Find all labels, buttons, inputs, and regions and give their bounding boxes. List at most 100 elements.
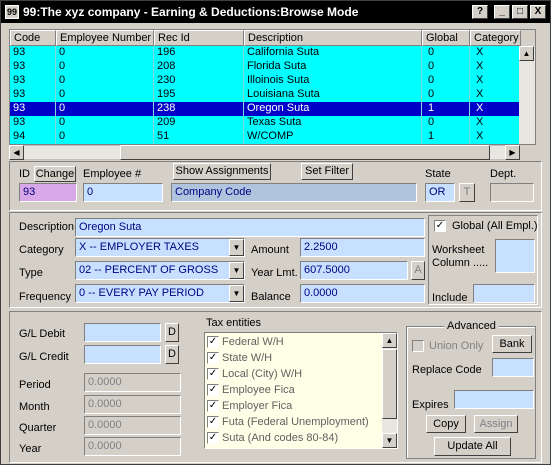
expires-field[interactable] xyxy=(454,390,534,409)
table-row[interactable]: 93 0 230 Illoinois Suta 0 X xyxy=(10,74,521,88)
tax-entity-label: Employer Fica xyxy=(222,400,293,412)
frequency-select[interactable]: 0 -- EVERY PAY PERIOD ▼ xyxy=(75,284,245,303)
update-all-button[interactable]: Update All xyxy=(434,437,511,456)
id-label: ID xyxy=(19,168,30,180)
scroll-left-icon[interactable]: ◀ xyxy=(9,145,24,160)
table-cell: 0 xyxy=(422,88,470,102)
replace-code-field[interactable] xyxy=(492,358,534,377)
include-field[interactable] xyxy=(473,284,535,303)
scroll-thumb[interactable] xyxy=(120,145,490,160)
gl-credit-d-button[interactable]: D xyxy=(165,345,179,364)
table-row[interactable]: 93 0 238 Oregon Suta 1 X xyxy=(10,102,521,116)
table-cell: 93 xyxy=(10,88,56,102)
tax-entity-checkbox[interactable]: ✓ xyxy=(207,432,219,444)
col-header-global[interactable]: Global xyxy=(422,30,470,46)
table-cell: Florida Suta xyxy=(244,60,422,74)
tax-entity-checkbox[interactable]: ✓ xyxy=(207,384,219,396)
global-checkbox[interactable]: ✓ xyxy=(434,220,446,232)
close-button[interactable]: X xyxy=(530,5,546,19)
table-cell: Illoinois Suta xyxy=(244,74,422,88)
table-cell: 0 xyxy=(56,46,154,60)
description-field[interactable]: Oregon Suta xyxy=(75,218,425,237)
year-field[interactable]: 0.0000 xyxy=(84,437,181,456)
quarter-field[interactable]: 0.0000 xyxy=(84,416,181,435)
window-title: 99:The xyz company - Earning & Deduction… xyxy=(23,5,359,19)
table-row[interactable]: 93 0 196 California Suta 0 X xyxy=(10,46,521,60)
worksheet-column-field[interactable] xyxy=(495,239,535,273)
dept-field[interactable] xyxy=(490,183,534,202)
grid-horizontal-scrollbar[interactable]: ◀ ▶ xyxy=(9,145,520,160)
table-cell: 93 xyxy=(10,60,56,74)
chevron-down-icon[interactable]: ▼ xyxy=(229,285,244,302)
grid-vertical-scrollbar[interactable]: ▲ xyxy=(519,46,535,144)
tax-entities-list[interactable]: ▲ ▼ ✓ Federal W/H ✓ State W/H ✓ Local (City) … xyxy=(204,332,398,449)
scroll-down-icon[interactable]: ▼ xyxy=(382,433,397,448)
table-cell: 0 xyxy=(422,116,470,130)
advanced-title: Advanced xyxy=(444,320,499,332)
month-field[interactable]: 0.0000 xyxy=(84,395,181,414)
col-header-category[interactable]: Category xyxy=(470,30,521,46)
table-row[interactable]: 93 0 209 Texas Suta 0 X xyxy=(10,116,521,130)
period-field[interactable]: 0.0000 xyxy=(84,373,181,392)
title-bar[interactable]: 99 99:The xyz company - Earning & Deduct… xyxy=(1,1,550,23)
tax-entity-checkbox[interactable]: ✓ xyxy=(207,368,219,380)
category-label: Category xyxy=(19,244,64,256)
employee-number-field[interactable]: 0 xyxy=(83,183,163,202)
table-row[interactable]: 94 0 51 W/COMP 1 X xyxy=(10,130,521,144)
table-cell: 51 xyxy=(154,130,244,144)
id-field[interactable]: 93 xyxy=(19,183,77,202)
col-header-description[interactable]: Description xyxy=(244,30,422,46)
assign-button[interactable]: Assign xyxy=(474,415,518,433)
chevron-down-icon[interactable]: ▼ xyxy=(229,239,244,256)
show-assignments-button[interactable]: Show Assignments xyxy=(173,163,271,180)
set-filter-button[interactable]: Set Filter xyxy=(301,163,353,180)
gl-debit-label: G/L Debit xyxy=(19,328,66,340)
minimize-button[interactable]: _ xyxy=(494,5,510,19)
tax-entity-checkbox[interactable]: ✓ xyxy=(207,416,219,428)
category-select[interactable]: X -- EMPLOYER TAXES ▼ xyxy=(75,238,245,257)
scroll-right-icon[interactable]: ▶ xyxy=(505,145,520,160)
help-button[interactable]: ? xyxy=(472,5,488,19)
year-lmt-field[interactable]: 607.5000 xyxy=(300,261,408,280)
table-cell: California Suta xyxy=(244,46,422,60)
table-row[interactable]: 93 0 208 Florida Suta 0 X xyxy=(10,60,521,74)
table-row[interactable]: 93 0 195 Louisiana Suta 0 X xyxy=(10,88,521,102)
maximize-button[interactable]: □ xyxy=(512,5,528,19)
union-only-label: Union Only xyxy=(429,340,484,352)
scroll-up-icon[interactable]: ▲ xyxy=(519,46,534,61)
gl-credit-field[interactable] xyxy=(84,345,161,364)
change-button[interactable]: Change xyxy=(34,166,76,182)
table-cell: Oregon Suta xyxy=(244,102,422,116)
scroll-up-icon[interactable]: ▲ xyxy=(382,333,397,348)
gl-debit-field[interactable] xyxy=(84,323,161,342)
year-lmt-a-button[interactable]: A xyxy=(411,261,425,280)
amount-field[interactable]: 2.2500 xyxy=(300,238,425,257)
type-select[interactable]: 02 -- PERCENT OF GROSS ▼ xyxy=(75,261,245,280)
records-grid[interactable]: Code Employee Number Rec Id Description … xyxy=(9,29,536,145)
app-icon[interactable]: 99 xyxy=(5,5,19,19)
scroll-thumb[interactable] xyxy=(382,349,397,419)
replace-code-label: Replace Code xyxy=(412,364,482,376)
tax-entity-checkbox[interactable]: ✓ xyxy=(207,352,219,364)
union-only-checkbox[interactable] xyxy=(412,340,424,352)
table-cell: 0 xyxy=(422,46,470,60)
tax-entity-checkbox[interactable]: ✓ xyxy=(207,400,219,412)
balance-field[interactable]: 0.0000 xyxy=(300,284,425,303)
gl-debit-d-button[interactable]: D xyxy=(165,323,179,342)
table-cell: 93 xyxy=(10,74,56,88)
main-window: 99 99:The xyz company - Earning & Deduct… xyxy=(0,0,551,465)
col-header-rec-id[interactable]: Rec Id xyxy=(154,30,244,46)
tax-list-scrollbar[interactable]: ▲ ▼ xyxy=(382,333,397,448)
tax-entity-label: Federal W/H xyxy=(222,336,284,348)
col-header-employee-number[interactable]: Employee Number xyxy=(56,30,154,46)
state-field[interactable]: OR xyxy=(425,183,455,202)
table-cell: 0 xyxy=(56,130,154,144)
bank-button[interactable]: Bank xyxy=(492,335,532,353)
month-label: Month xyxy=(19,401,50,413)
tax-entity-checkbox[interactable]: ✓ xyxy=(207,336,219,348)
copy-button[interactable]: Copy xyxy=(426,415,466,433)
col-header-code[interactable]: Code xyxy=(10,30,56,46)
table-cell: 195 xyxy=(154,88,244,102)
chevron-down-icon[interactable]: ▼ xyxy=(229,262,244,279)
state-t-button[interactable]: T xyxy=(459,183,475,202)
